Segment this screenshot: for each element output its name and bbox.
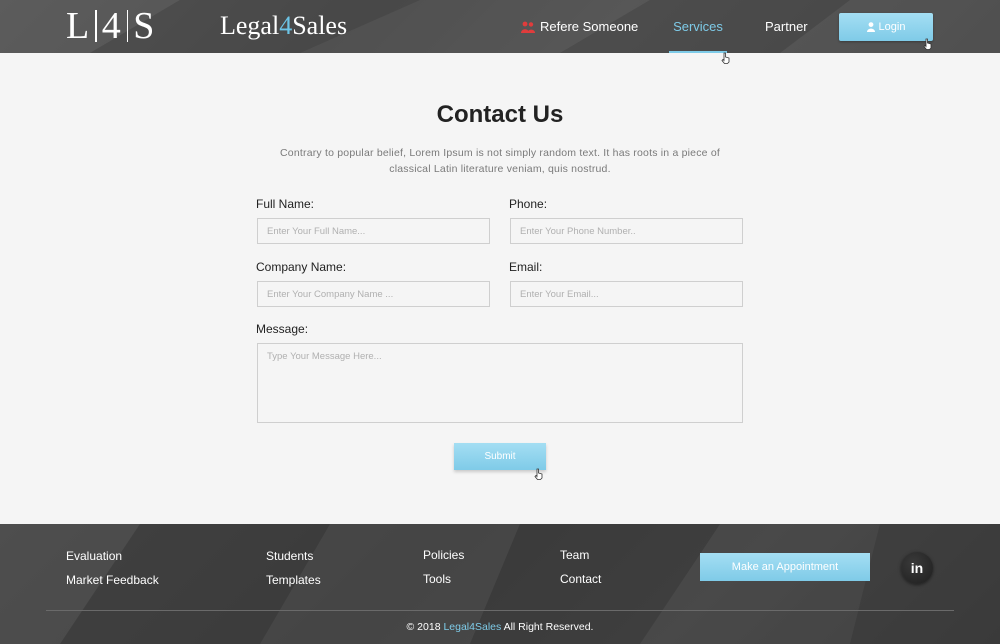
- nav-services-label: Services: [673, 18, 723, 34]
- brand-name-part: Sales: [292, 11, 348, 40]
- nav-services[interactable]: Services: [669, 0, 727, 53]
- phone-label: Phone:: [509, 197, 548, 211]
- company-name-input[interactable]: [257, 281, 490, 307]
- email-label: Email:: [509, 260, 543, 274]
- nav-partner-label: Partner: [765, 18, 808, 34]
- make-appointment-button[interactable]: Make an Appointment: [700, 553, 870, 581]
- brand-name[interactable]: Legal4Sales: [220, 11, 347, 41]
- nav-refer-label: Refere Someone: [540, 18, 639, 34]
- intro-text: Contrary to popular belief, Lorem Ipsum …: [280, 147, 720, 175]
- hand-cursor-icon: [923, 38, 932, 50]
- footer-link-market-feedback[interactable]: Market Feedback: [66, 573, 159, 587]
- nav-partner[interactable]: Partner: [765, 0, 808, 53]
- message-label: Message:: [256, 322, 309, 336]
- full-name-label: Full Name:: [256, 197, 315, 211]
- footer-link-team[interactable]: Team: [560, 548, 589, 562]
- logo-divider: [126, 10, 129, 42]
- logo-digit: 4: [101, 5, 122, 47]
- footer-link-tools[interactable]: Tools: [423, 572, 451, 586]
- logo-divider: [95, 10, 97, 42]
- hand-cursor-icon: [534, 468, 543, 480]
- login-button[interactable]: Login: [839, 13, 933, 41]
- login-label: Login: [878, 21, 906, 33]
- footer-link-contact[interactable]: Contact: [560, 572, 601, 586]
- email-input[interactable]: [510, 281, 743, 307]
- footer-link-evaluation[interactable]: Evaluation: [66, 549, 122, 563]
- copyright: © 2018 Legal4Sales All Right Reserved.: [0, 621, 1000, 633]
- user-icon: [866, 22, 875, 32]
- message-textarea[interactable]: [257, 343, 743, 423]
- footer-divider: [46, 610, 954, 611]
- brand-name-part: Legal: [220, 11, 280, 40]
- footer-link-templates[interactable]: Templates: [266, 573, 321, 587]
- submit-button[interactable]: Submit: [454, 443, 546, 470]
- phone-input[interactable]: [510, 218, 743, 244]
- hand-cursor-icon: [721, 52, 730, 64]
- site-footer: Evaluation Market Feedback Students Temp…: [0, 524, 1000, 644]
- site-header: L 4 S Legal4Sales Refere Someone Service…: [0, 0, 1000, 53]
- linkedin-label: in: [910, 560, 924, 576]
- nav-refer-someone[interactable]: Refere Someone: [521, 0, 638, 53]
- logo-mark[interactable]: L 4 S: [66, 5, 156, 47]
- company-name-label: Company Name:: [256, 260, 347, 274]
- people-icon: [521, 21, 535, 33]
- make-appointment-label: Make an Appointment: [731, 561, 839, 573]
- copyright-year: © 2018: [406, 621, 441, 633]
- copyright-brand-link[interactable]: Legal4Sales: [443, 621, 501, 633]
- brand-name-accent: 4: [279, 11, 293, 40]
- submit-label: Submit: [484, 451, 516, 462]
- logo-letter-l: L: [66, 5, 91, 47]
- footer-link-policies[interactable]: Policies: [423, 548, 464, 562]
- logo-letter-s: S: [133, 5, 156, 47]
- footer-link-students[interactable]: Students: [266, 549, 313, 563]
- full-name-input[interactable]: [257, 218, 490, 244]
- copyright-text: All Right Reserved.: [503, 621, 594, 633]
- page-title: Contact Us: [436, 101, 564, 128]
- nav-active-indicator: [669, 51, 727, 53]
- linkedin-icon[interactable]: in: [901, 552, 933, 584]
